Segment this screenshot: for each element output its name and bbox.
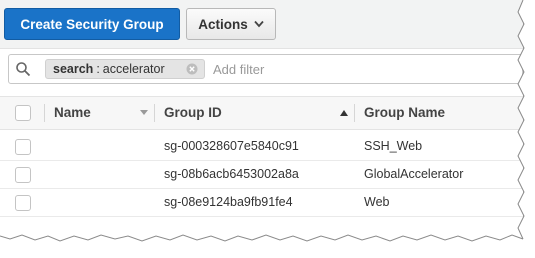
cell-group-name: GlobalAccelerator <box>364 167 464 181</box>
table-header: Name Group ID Group Name <box>0 96 523 130</box>
table-row[interactable]: sg-08b6acb6453002a8a GlobalAccelerator <box>0 161 523 189</box>
remove-filter-icon[interactable] <box>186 63 198 75</box>
column-header-name[interactable]: Name <box>44 97 154 129</box>
column-header-name-label: Name <box>54 105 91 120</box>
row-checkbox[interactable] <box>15 167 31 183</box>
select-all-checkbox[interactable] <box>15 105 31 121</box>
cell-group-id: sg-000328607e5840c91 <box>164 139 299 153</box>
filter-token-separator: : <box>96 62 100 76</box>
search-icon <box>16 62 31 77</box>
table-row[interactable]: sg-000328607e5840c91 SSH_Web <box>0 133 523 161</box>
sort-up-icon[interactable] <box>340 110 348 116</box>
column-header-group-name-label: Group Name <box>364 105 446 120</box>
sort-down-icon[interactable] <box>140 110 148 116</box>
cell-group-name: Web <box>364 195 390 209</box>
filter-token-key: search <box>53 62 94 76</box>
filter-token-value: accelerator <box>102 62 165 76</box>
cell-group-id: sg-08b6acb6453002a8a <box>164 167 299 181</box>
security-groups-panel: Create Security Group Actions search: acc… <box>0 0 523 244</box>
actions-label: Actions <box>198 16 248 32</box>
toolbar: Create Security Group Actions <box>0 0 523 49</box>
add-filter-input[interactable] <box>213 55 513 83</box>
row-checkbox[interactable] <box>15 139 31 155</box>
chevron-down-icon <box>254 20 264 28</box>
actions-button[interactable]: Actions <box>186 8 276 40</box>
row-checkbox[interactable] <box>15 195 31 211</box>
create-security-group-button[interactable]: Create Security Group <box>4 8 180 40</box>
table-row[interactable]: sg-08e9124ba9fb91fe4 Web <box>0 189 523 217</box>
cell-group-id: sg-08e9124ba9fb91fe4 <box>164 195 293 209</box>
column-header-group-id-label: Group ID <box>164 105 222 120</box>
filter-token[interactable]: search: accelerator <box>45 59 205 79</box>
filter-bar[interactable]: search: accelerator <box>8 54 523 84</box>
column-header-group-name[interactable]: Group Name <box>354 97 523 129</box>
column-header-group-id[interactable]: Group ID <box>154 97 354 129</box>
cell-group-name: SSH_Web <box>364 139 423 153</box>
